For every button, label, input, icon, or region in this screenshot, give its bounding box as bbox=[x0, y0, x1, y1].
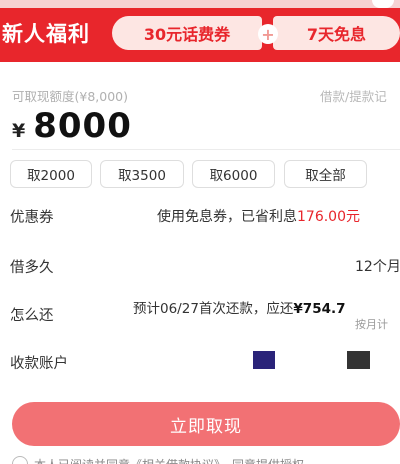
promo-banner[interactable]: 新人福利 30元话费券 7天免息 + bbox=[0, 0, 400, 62]
account-selector-icon[interactable] bbox=[347, 351, 370, 369]
repay-plan[interactable]: 预计06/27首次还款，应还¥754.7 bbox=[133, 297, 346, 317]
quick-amount-3500[interactable]: 取3500 bbox=[100, 160, 184, 188]
banner-top-strip bbox=[0, 0, 400, 8]
divider bbox=[12, 149, 400, 150]
withdraw-page: 新人福利 30元话费券 7天免息 + 可取现额度(¥8,000) 借款/提款记 … bbox=[0, 0, 400, 464]
term-label: 借多久 bbox=[10, 260, 54, 276]
loan-record-link[interactable]: 借款/提款记 bbox=[320, 86, 387, 105]
repay-method: 按月计 bbox=[355, 318, 388, 331]
quota-label: 可取现额度(¥8,000) bbox=[12, 89, 128, 104]
agreement-checkbox[interactable] bbox=[12, 456, 28, 464]
coupon-text: 使用免息券，已省利息 bbox=[157, 209, 297, 225]
repay-amount: ¥754.7 bbox=[293, 301, 346, 317]
agreement-row[interactable]: 本人已阅读并同意《相关借款协议》，同意提供授权 bbox=[12, 456, 400, 464]
account-label: 收款账户 bbox=[10, 356, 68, 372]
repay-label: 怎么还 bbox=[10, 308, 54, 324]
amount-value: 8000 bbox=[33, 106, 132, 146]
coupon-label: 优惠券 bbox=[10, 210, 54, 226]
quick-amount-6000[interactable]: 取6000 bbox=[192, 160, 275, 188]
currency-symbol: ¥ bbox=[12, 120, 26, 142]
coupon-pill[interactable]: 30元话费券 bbox=[112, 16, 262, 50]
coupon-saved-value: 176.00元 bbox=[297, 209, 360, 225]
repay-text: 预计06/27首次还款，应还 bbox=[133, 301, 294, 317]
coupon-selector[interactable]: 使用免息券，已省利息176.00元 bbox=[157, 206, 360, 226]
bank-logo-icon bbox=[253, 351, 275, 369]
withdraw-card: 可取现额度(¥8,000) 借款/提款记 ¥ 8000 取2000 取3500 … bbox=[0, 70, 400, 464]
plus-icon: + bbox=[258, 24, 278, 44]
free-interest-pill[interactable]: 7天免息 bbox=[273, 16, 400, 50]
term-selector[interactable]: 12个月 bbox=[355, 256, 400, 276]
quick-amount-2000[interactable]: 取2000 bbox=[10, 160, 92, 188]
banner-title: 新人福利 bbox=[2, 22, 90, 46]
withdraw-now-button[interactable]: 立即取现 bbox=[12, 402, 400, 446]
agreement-text: 本人已阅读并同意《相关借款协议》，同意提供授权 bbox=[34, 456, 304, 464]
quick-amount-all[interactable]: 取全部 bbox=[284, 160, 367, 188]
amount-input[interactable]: ¥ 8000 bbox=[12, 106, 132, 146]
